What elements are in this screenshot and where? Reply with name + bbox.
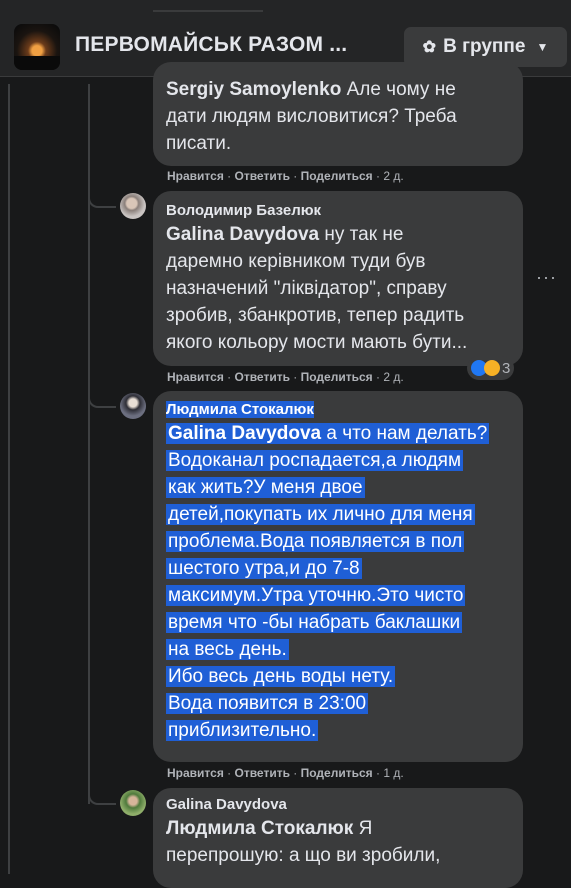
comment-author[interactable]: Людмила Стокалюк: [166, 401, 314, 418]
comment-actions: Нравится · Ответить · Поделиться · 1 д.: [167, 766, 404, 780]
reaction-count: 3: [502, 359, 511, 377]
reply-link[interactable]: Ответить: [235, 370, 290, 384]
thread-line: [8, 84, 10, 874]
comment-actions: Нравится · Ответить · Поделиться · 2 д.: [167, 169, 404, 183]
group-title[interactable]: ПЕРВОМАЙСЬК РАЗОМ ...: [75, 33, 347, 57]
mention-link[interactable]: Sergiy Samoylenko: [166, 79, 341, 100]
comment-bubble: Galina Davydova Людмила Стокалюк Я переп…: [153, 788, 523, 888]
sad-icon: [484, 360, 500, 376]
more-options-icon[interactable]: ···: [536, 267, 557, 288]
comment-bubble: Володимир Базелюк Galina Davydova ну так…: [153, 191, 523, 366]
comment-text: Людмила Стокалюк Я перепрошую: а що ви з…: [166, 818, 441, 866]
mention-link[interactable]: Людмила Стокалюк: [166, 818, 353, 839]
like-link[interactable]: Нравится: [167, 169, 224, 183]
reply-link[interactable]: Ответить: [235, 169, 290, 183]
comment-author[interactable]: Володимир Базелюк: [166, 202, 321, 219]
mention-link[interactable]: Galina Davydova: [166, 224, 319, 245]
avatar[interactable]: [120, 393, 146, 419]
comment-text: Sergiy Samoylenko Але чому не дати людям…: [166, 79, 457, 154]
like-link[interactable]: Нравится: [167, 766, 224, 780]
comment-author[interactable]: Galina Davydova: [166, 796, 287, 813]
comment-text: Galina Davydova а что нам делать? Водока…: [166, 423, 490, 741]
caret-down-icon: ▼: [536, 40, 549, 54]
mention-link[interactable]: Galina Davydova: [168, 423, 321, 444]
joined-group-label: В группе: [443, 36, 526, 57]
reply-link[interactable]: Ответить: [235, 766, 290, 780]
avatar[interactable]: [120, 790, 146, 816]
comment-time[interactable]: 1 д.: [383, 766, 403, 780]
share-link[interactable]: Поделиться: [301, 370, 373, 384]
share-link[interactable]: Поделиться: [301, 169, 373, 183]
like-link[interactable]: Нравится: [167, 370, 224, 384]
share-link[interactable]: Поделиться: [301, 766, 373, 780]
reply-connector: [88, 789, 116, 805]
joined-group-button[interactable]: ✿ В группе ▼: [404, 27, 567, 67]
people-icon: ✿: [422, 39, 437, 56]
reply-connector: [88, 392, 116, 408]
comment-time[interactable]: 2 д.: [383, 169, 403, 183]
reply-connector: [88, 192, 116, 208]
comment-text: Galina Davydova ну так не даремно керівн…: [166, 224, 468, 353]
header-divider: [153, 10, 263, 12]
reactions-summary[interactable]: 3: [467, 356, 515, 380]
comment-bubble: Людмила Стокалюк Galina Davydova а что н…: [153, 391, 523, 762]
group-avatar[interactable]: [14, 24, 60, 70]
comment-time[interactable]: 2 д.: [383, 370, 403, 384]
avatar[interactable]: [120, 193, 146, 219]
comment-bubble: Sergiy Samoylenko Але чому не дати людям…: [153, 62, 523, 166]
comment-actions: Нравится · Ответить · Поделиться · 2 д.: [167, 370, 404, 384]
